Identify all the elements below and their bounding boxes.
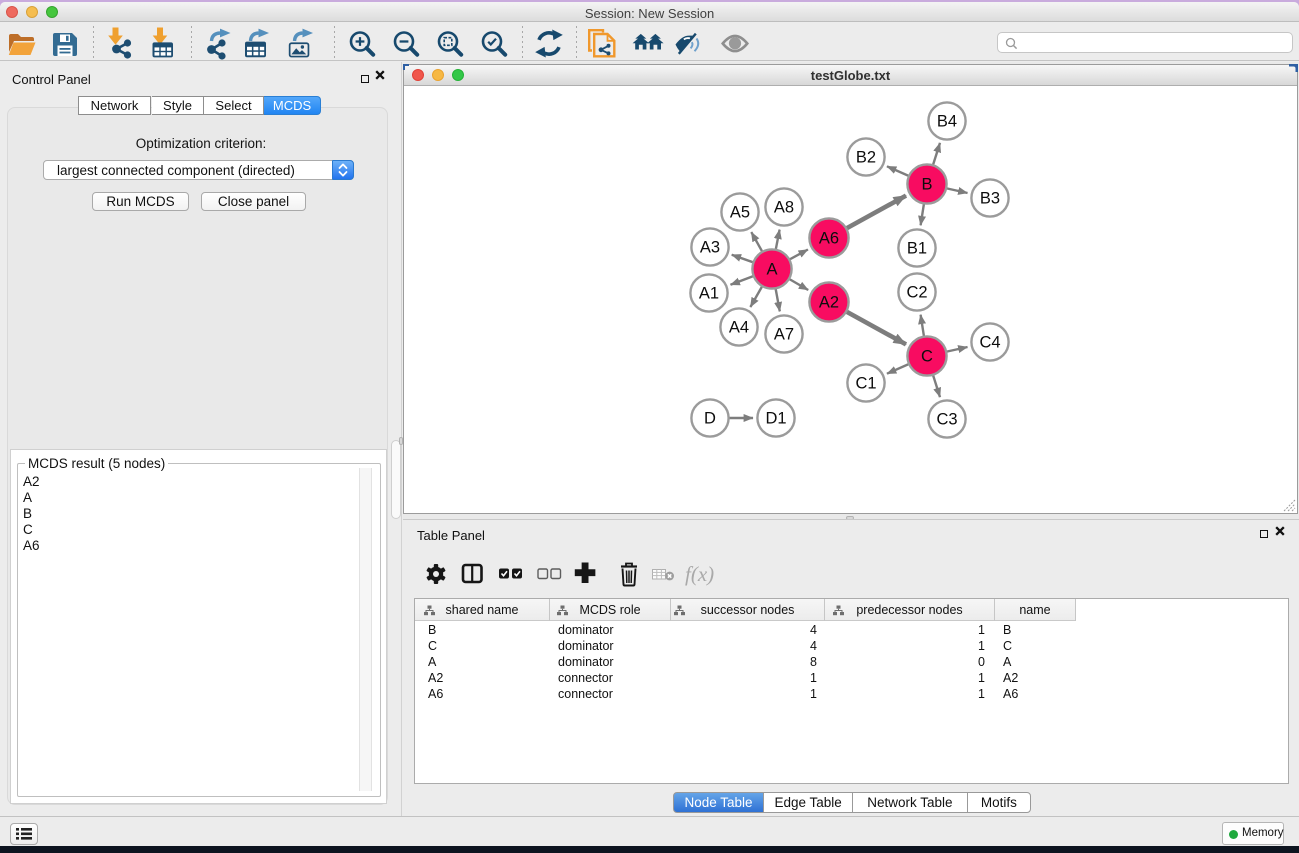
svg-text:C4: C4 [979,334,1000,352]
svg-text:B2: B2 [856,149,876,167]
svg-text:C2: C2 [906,284,927,302]
svg-text:f(x): f(x) [685,562,714,586]
svg-text:A: A [766,261,777,279]
svg-text:C: C [921,348,933,366]
svg-text:C3: C3 [936,411,957,429]
svg-text:A1: A1 [699,285,719,303]
svg-text:A2: A2 [819,294,839,312]
svg-text:C1: C1 [855,375,876,393]
svg-text:B1: B1 [907,240,927,258]
svg-text:A3: A3 [700,239,720,257]
svg-text:D: D [704,410,716,428]
svg-text:A5: A5 [730,204,750,222]
svg-text:A7: A7 [774,326,794,344]
svg-text:B: B [921,176,932,194]
svg-text:B4: B4 [937,113,957,131]
svg-text:A8: A8 [774,199,794,217]
svg-text:D1: D1 [765,410,786,428]
svg-text:A6: A6 [819,230,839,248]
svg-text:B3: B3 [980,190,1000,208]
svg-text:A4: A4 [729,319,749,337]
